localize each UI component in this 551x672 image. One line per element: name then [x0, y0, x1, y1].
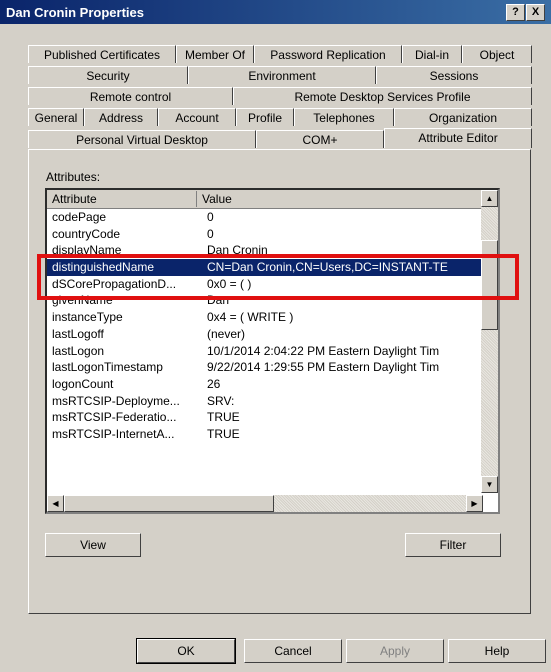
attribute-name: instanceType: [52, 310, 123, 325]
table-row[interactable]: countryCode 0: [47, 226, 483, 243]
tab-organization[interactable]: Organization: [394, 108, 532, 126]
tab-environment[interactable]: Environment: [188, 66, 376, 84]
table-row[interactable]: instanceType 0x4 = ( WRITE ): [47, 309, 483, 326]
attribute-name: msRTCSIP-Deployme...: [52, 393, 180, 408]
list-header: Attribute Value: [47, 190, 483, 209]
tab-remote-desktop-services-profile[interactable]: Remote Desktop Services Profile: [233, 87, 532, 105]
table-row[interactable]: msRTCSIP-Deployme... SRV:: [47, 393, 483, 410]
table-row[interactable]: codePage 0: [47, 209, 483, 226]
attribute-name: lastLogonTimestamp: [52, 360, 163, 375]
scroll-down-icon[interactable]: ▼: [481, 476, 498, 493]
tab-com-plus[interactable]: COM+: [256, 130, 384, 148]
apply-button[interactable]: Apply: [346, 639, 444, 663]
attribute-name: lastLogon: [52, 343, 105, 358]
column-header-attribute[interactable]: Attribute: [47, 191, 197, 207]
attribute-value: (never): [207, 326, 246, 341]
table-row[interactable]: lastLogonTimestamp 9/22/2014 1:29:55 PM E…: [47, 359, 483, 376]
tab-general[interactable]: General: [28, 108, 84, 126]
attribute-value: 0: [207, 226, 214, 241]
horizontal-scrollbar[interactable]: ◀ ▶: [47, 495, 483, 512]
tab-telephones[interactable]: Telephones: [294, 108, 394, 126]
view-button[interactable]: View: [45, 533, 141, 557]
tab-account[interactable]: Account: [158, 108, 236, 126]
tab-attribute-editor[interactable]: Attribute Editor: [384, 128, 532, 148]
cancel-button[interactable]: Cancel: [244, 639, 342, 663]
attribute-value: SRV:: [207, 393, 235, 408]
horizontal-scroll-thumb[interactable]: [64, 495, 274, 512]
tab-remote-control[interactable]: Remote control: [28, 87, 233, 105]
highlight-box: [37, 254, 519, 300]
tab-address[interactable]: Address: [84, 108, 158, 126]
attribute-name: logonCount: [52, 376, 114, 391]
tab-dial-in[interactable]: Dial-in: [402, 45, 462, 63]
tab-profile[interactable]: Profile: [236, 108, 294, 126]
scroll-right-icon[interactable]: ▶: [466, 495, 483, 512]
tab-password-replication[interactable]: Password Replication: [254, 45, 402, 63]
attribute-name: countryCode: [52, 226, 121, 241]
title-bar: Dan Cronin Properties ? X: [0, 0, 551, 24]
table-row[interactable]: msRTCSIP-InternetA... TRUE: [47, 426, 483, 443]
window-title: Dan Cronin Properties: [6, 5, 144, 20]
scroll-up-icon[interactable]: ▲: [481, 190, 498, 207]
attribute-value: 26: [207, 376, 221, 391]
tab-security[interactable]: Security: [28, 66, 188, 84]
attribute-name: msRTCSIP-InternetA...: [52, 426, 175, 441]
attribute-value: 0x4 = ( WRITE ): [207, 310, 294, 325]
attributes-label: Attributes:: [46, 170, 101, 184]
table-row[interactable]: lastLogon 10/1/2014 2:04:22 PM Eastern Da…: [47, 343, 483, 360]
attribute-value: TRUE: [207, 410, 240, 425]
tab-object[interactable]: Object: [462, 45, 532, 63]
attribute-value: TRUE: [207, 426, 240, 441]
help-button[interactable]: Help: [448, 639, 546, 663]
filter-button[interactable]: Filter: [405, 533, 501, 557]
attribute-value: 9/22/2014 1:29:55 PM Eastern Daylight Ti…: [207, 360, 440, 375]
tab-personal-virtual-desktop[interactable]: Personal Virtual Desktop: [28, 130, 256, 148]
tab-sessions[interactable]: Sessions: [376, 66, 532, 84]
attribute-value: 10/1/2014 2:04:22 PM Eastern Daylight Ti…: [207, 343, 440, 358]
attribute-rows: codePage 0 countryCode 0 displayName Dan Cron…: [47, 209, 483, 443]
attribute-value: 0: [207, 210, 214, 224]
table-row[interactable]: logonCount 26: [47, 376, 483, 393]
attribute-name: codePage: [52, 210, 107, 224]
vertical-scrollbar[interactable]: ▲ ▼: [481, 190, 498, 493]
tab-published-certificates[interactable]: Published Certificates: [28, 45, 176, 63]
table-row[interactable]: lastLogoff (never): [47, 326, 483, 343]
scroll-left-icon[interactable]: ◀: [47, 495, 64, 512]
column-header-value[interactable]: Value: [197, 191, 483, 207]
table-row[interactable]: msRTCSIP-Federatio... TRUE: [47, 409, 483, 426]
help-icon[interactable]: ?: [506, 4, 525, 21]
attribute-name: lastLogoff: [52, 326, 104, 341]
tab-member-of[interactable]: Member Of: [176, 45, 254, 63]
attribute-name: msRTCSIP-Federatio...: [52, 410, 177, 425]
attributes-list[interactable]: Attribute Value codePage 0 countryCode 0 dis…: [45, 188, 500, 514]
close-icon[interactable]: X: [526, 4, 545, 21]
ok-button[interactable]: OK: [136, 638, 236, 664]
